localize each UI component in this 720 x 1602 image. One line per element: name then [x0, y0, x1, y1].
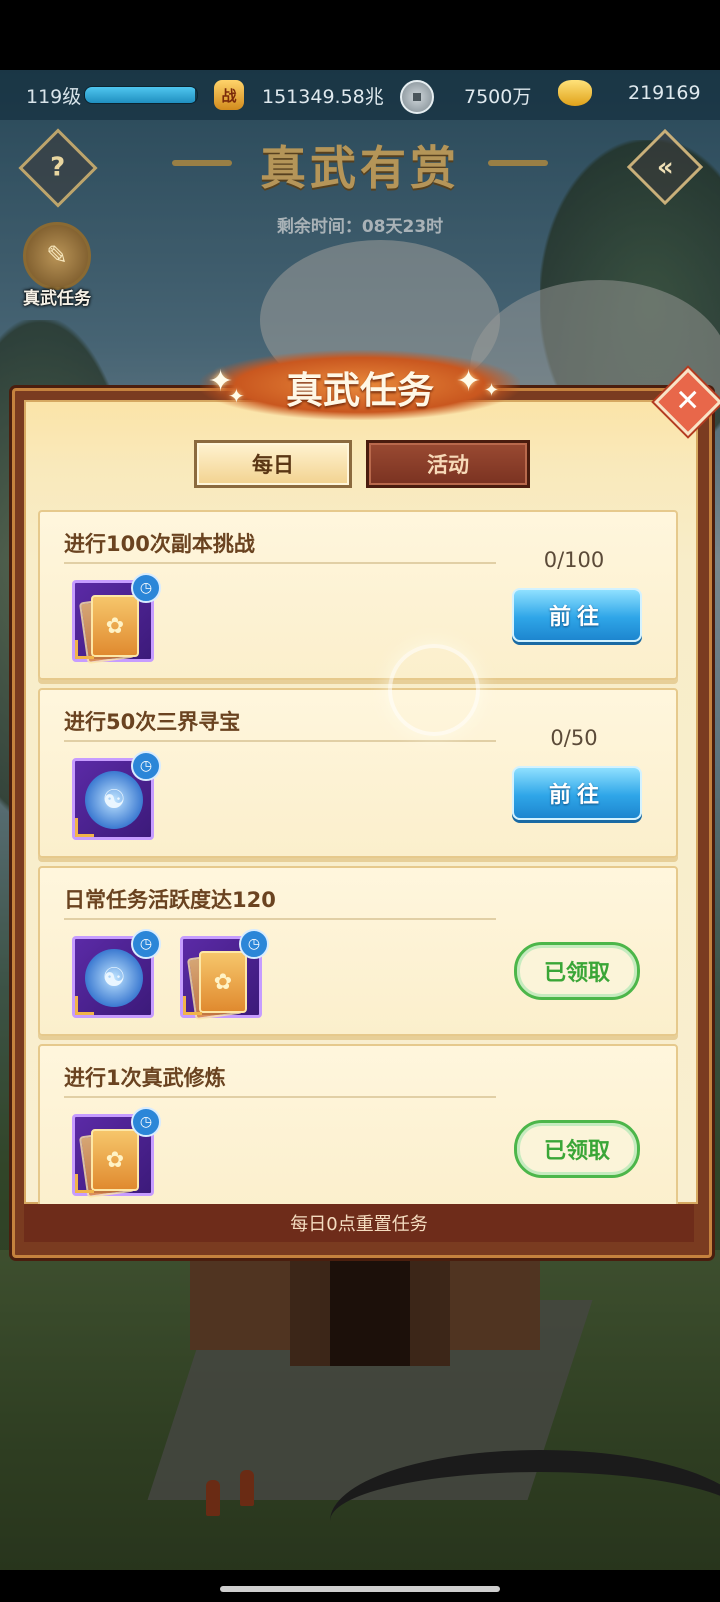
back-arrow-icon: « — [656, 151, 674, 182]
task-progress: 0/100 — [543, 548, 605, 572]
lotus-card-icon: ✿ — [91, 1129, 139, 1191]
task-card: 日常任务活跃度达120 ☯ ◷ ✿ ◷ 已领取 — [38, 866, 678, 1036]
task-title: 进行1次真武修炼 — [64, 1066, 226, 1090]
tab-daily[interactable]: 每日 — [194, 440, 352, 488]
scroll-icon: ✎ — [23, 222, 91, 290]
task-title: 进行50次三界寻宝 — [64, 710, 241, 734]
xp-bar — [84, 86, 198, 104]
reward-item-spirit-orb[interactable]: ☯ ◷ — [72, 751, 161, 840]
event-title: 真武有赏 — [260, 141, 460, 195]
home-indicator[interactable] — [220, 1586, 500, 1592]
clock-icon: ◷ — [131, 751, 161, 781]
side-task-button[interactable]: ✎ 真武任务 — [12, 222, 102, 309]
task-title: 进行100次副本挑战 — [64, 532, 255, 556]
player-level: 119级 — [26, 86, 82, 108]
modal-title: 真武任务 — [286, 369, 434, 412]
question-icon: ? — [50, 153, 66, 183]
reset-notice: 每日0点重置任务 — [24, 1204, 694, 1242]
reward-item-lotus-card[interactable]: ✿ ◷ — [72, 573, 161, 665]
task-title: 日常任务活跃度达120 — [64, 888, 276, 912]
claimed-badge: 已领取 — [514, 1120, 640, 1178]
side-task-label: 真武任务 — [23, 289, 91, 309]
tab-event[interactable]: 活动 — [366, 440, 530, 488]
reward-item-lotus-card[interactable]: ✿ ◷ — [72, 1107, 161, 1199]
divider — [64, 1096, 496, 1098]
reward-item-spirit-orb[interactable]: ☯ ◷ — [72, 929, 161, 1018]
lotus-card-icon: ✿ — [199, 951, 247, 1013]
task-card: 进行100次副本挑战 ✿ ◷ 0/100 前往 — [38, 510, 678, 680]
coin-value: 7500万 — [464, 86, 532, 108]
task-progress: 0/50 — [550, 726, 598, 750]
task-card: 进行50次三界寻宝 ☯ ◷ 0/50 前往 — [38, 688, 678, 858]
clock-icon: ◷ — [131, 1107, 161, 1137]
divider — [64, 918, 496, 920]
xp-bar-fill — [85, 87, 195, 103]
task-card: 进行1次真武修炼 ✿ ◷ 已领取 — [38, 1044, 678, 1204]
task-list[interactable]: 进行100次副本挑战 ✿ ◷ 0/100 前往 进行50次三界寻宝 ☯ ◷ 0/… — [38, 510, 682, 1204]
remaining-time: 剩余时间：08天23时 — [276, 217, 444, 237]
power-value: 151349.58兆 — [262, 86, 384, 108]
clock-icon: ◷ — [131, 929, 161, 959]
title-ornament-right — [488, 160, 548, 166]
tap-glow-ring — [388, 644, 480, 736]
status-bar — [0, 0, 720, 70]
clock-icon: ◷ — [239, 929, 269, 959]
gold-ingot-icon — [558, 80, 592, 106]
ingot-value: 219169 — [628, 82, 701, 104]
close-icon: ✕ — [675, 383, 701, 419]
divider — [64, 562, 496, 564]
reward-item-lotus-card[interactable]: ✿ ◷ — [180, 929, 269, 1021]
coin-icon — [400, 80, 434, 114]
title-ornament-left — [172, 160, 232, 166]
clock-icon: ◷ — [131, 573, 161, 603]
divider — [64, 740, 496, 742]
claimed-badge: 已领取 — [514, 942, 640, 1000]
go-button[interactable]: 前往 — [512, 588, 642, 642]
lotus-card-icon: ✿ — [91, 595, 139, 657]
power-icon: 战 — [214, 80, 244, 110]
go-button[interactable]: 前往 — [512, 766, 642, 820]
